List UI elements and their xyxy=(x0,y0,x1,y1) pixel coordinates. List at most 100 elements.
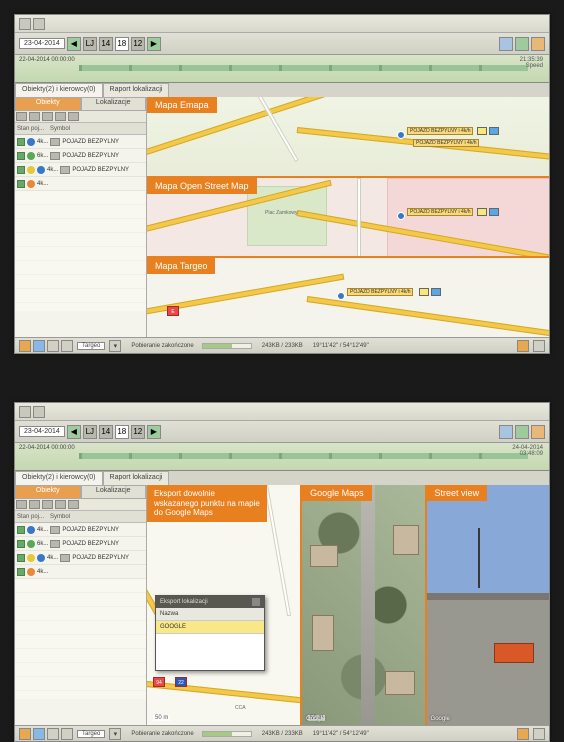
map-panel-targeo[interactable]: E POJAZD BEZPYLNY i 4k/h Mapa Targeo xyxy=(147,258,549,337)
sidebar-tool-icon[interactable] xyxy=(16,500,27,509)
checkbox-icon[interactable] xyxy=(17,554,25,562)
calendar-prev-icon[interactable]: ◀ xyxy=(67,425,81,439)
vehicle-row[interactable]: 4k... POJAZD BEZPYLNY xyxy=(15,551,146,565)
checkbox-icon[interactable] xyxy=(17,526,25,534)
sidebar-tab-obiekty[interactable]: Obiekty xyxy=(15,97,81,111)
window-titlebar[interactable] xyxy=(15,15,549,33)
sidebar-tool-icon[interactable] xyxy=(42,112,53,121)
status-icon[interactable] xyxy=(19,340,31,352)
vehicle-name: POJAZD BEZPYLNY xyxy=(62,541,119,547)
sidebar-empty-rows xyxy=(15,579,146,699)
btn-12[interactable]: 12 xyxy=(131,37,145,51)
toolbar-icon[interactable] xyxy=(531,425,545,439)
sidebar-tool-icon[interactable] xyxy=(42,500,53,509)
app-window-maps-stack: 23-04-2014 ◀ LJ 14 18 12 ▶ 22-04-2014 00… xyxy=(14,14,550,354)
calendar-next-icon[interactable]: ▶ xyxy=(147,425,161,439)
status-icon[interactable] xyxy=(47,728,59,740)
sidebar-tab-obiekty[interactable]: Obiekty xyxy=(15,485,81,499)
vehicle-row[interactable]: 4k... POJAZD BEZPYLNY xyxy=(15,523,146,537)
titlebar-btn[interactable] xyxy=(19,406,31,418)
checkbox-icon[interactable] xyxy=(17,540,25,548)
speed-cell: 6k... xyxy=(37,541,48,547)
timeline-bar[interactable]: 22-04-2014 00:00:00 21:35:39 Speed xyxy=(15,55,549,83)
vehicle-row[interactable]: 6k... POJAZD BEZPYLNY xyxy=(15,537,146,551)
speed-cell: 4k... xyxy=(37,139,48,145)
sidebar-tool-icon[interactable] xyxy=(29,500,40,509)
toolbar-icon[interactable] xyxy=(515,37,529,51)
toolbar-icon[interactable] xyxy=(531,37,545,51)
status-icon[interactable] xyxy=(47,340,59,352)
titlebar-btn[interactable] xyxy=(19,18,31,30)
tab-objects[interactable]: Obiekty(2) i kierowcy(0) xyxy=(15,471,103,485)
timeline-speed-label: Speed xyxy=(520,63,543,69)
sidebar-tab-lokalizacje[interactable]: Lokalizacje xyxy=(81,485,147,499)
checkbox-icon[interactable] xyxy=(17,180,25,188)
toolbar-icon[interactable] xyxy=(499,37,513,51)
sidebar-tool-icon[interactable] xyxy=(16,112,27,121)
tab-report[interactable]: Raport lokalizacji xyxy=(103,83,170,97)
map-panel-export[interactable]: Eksport dowolnie wskazanego punktu na ma… xyxy=(147,485,302,725)
checkbox-icon[interactable] xyxy=(17,568,25,576)
checkbox-icon[interactable] xyxy=(17,138,25,146)
calendar-prev-icon[interactable]: ◀ xyxy=(67,37,81,51)
sidebar-tool-icon[interactable] xyxy=(68,500,79,509)
export-option-google[interactable]: GOOGLE xyxy=(156,621,264,634)
status-icon[interactable] xyxy=(61,340,73,352)
status-icon[interactable] xyxy=(533,340,545,352)
date-field[interactable]: 23-04-2014 xyxy=(19,38,65,49)
status-icon[interactable] xyxy=(33,728,45,740)
timeline-bar[interactable]: 22-04-2014 00:00:00 24-04-2014 03:48:09 xyxy=(15,443,549,471)
vehicle-row[interactable]: 4k... POJAZD BEZPYLNY xyxy=(15,135,146,149)
dropdown-icon[interactable]: ▾ xyxy=(109,340,121,352)
dropdown-icon[interactable]: ▾ xyxy=(109,728,121,740)
map-panel-emapa[interactable]: POJAZD BEZPYLNY i 4k/h POJAZD BEZPYLNY i… xyxy=(147,97,549,178)
vehicle-row[interactable]: 6k... POJAZD BEZPYLNY xyxy=(15,149,146,163)
status-icon[interactable] xyxy=(61,728,73,740)
checkbox-icon[interactable] xyxy=(17,152,25,160)
sidebar-tool-icon[interactable] xyxy=(55,500,66,509)
titlebar-btn[interactable] xyxy=(33,18,45,30)
sidebar-tab-lokalizacje[interactable]: Lokalizacje xyxy=(81,97,147,111)
tab-report[interactable]: Raport lokalizacji xyxy=(103,471,170,485)
btn-18[interactable]: 18 xyxy=(115,425,129,439)
sidebar-tool-icon[interactable] xyxy=(68,112,79,121)
sidebar-tool-icon[interactable] xyxy=(55,112,66,121)
map-panel-google-maps[interactable]: Google Maps 50 m Google xyxy=(302,485,426,725)
status-icon[interactable] xyxy=(517,728,529,740)
speed-cell: 4k... xyxy=(37,181,48,187)
status-icon[interactable] xyxy=(19,728,31,740)
vehicle-name: POJAZD BEZPYLNY xyxy=(62,153,119,159)
toolbar-icon[interactable] xyxy=(499,425,513,439)
vehicle-row[interactable]: 4k... POJAZD BEZPYLNY xyxy=(15,163,146,177)
vehicle-marker-icon[interactable] xyxy=(397,212,405,220)
tab-objects[interactable]: Obiekty(2) i kierowcy(0) xyxy=(15,83,103,97)
close-icon[interactable] xyxy=(252,598,260,606)
vehicle-marker-icon[interactable] xyxy=(337,292,345,300)
map-provider-select[interactable]: Targeo xyxy=(77,342,105,350)
btn-14[interactable]: 14 xyxy=(99,425,113,439)
toolbar-icon[interactable] xyxy=(515,425,529,439)
btn-18[interactable]: 18 xyxy=(115,37,129,51)
vehicle-row[interactable]: 4k... xyxy=(15,565,146,579)
vehicle-marker-icon[interactable] xyxy=(397,131,405,139)
status-icon[interactable] xyxy=(517,340,529,352)
vehicle-icon xyxy=(50,138,60,146)
speed-cell: 4k... xyxy=(37,527,48,533)
export-dialog[interactable]: Eksport lokalizacji Nazwa GOOGLE xyxy=(155,595,265,671)
map-panel-osm[interactable]: Plac Zamkowy POJAZD BEZPYLNY i 4k/h Mapa… xyxy=(147,178,549,259)
btn-lj[interactable]: LJ xyxy=(83,425,97,439)
map-provider-select[interactable]: Targeo xyxy=(77,730,105,738)
date-field[interactable]: 23-04-2014 xyxy=(19,426,65,437)
btn-14[interactable]: 14 xyxy=(99,37,113,51)
btn-12[interactable]: 12 xyxy=(131,425,145,439)
btn-lj[interactable]: LJ xyxy=(83,37,97,51)
checkbox-icon[interactable] xyxy=(17,166,25,174)
titlebar-btn[interactable] xyxy=(33,406,45,418)
status-icon[interactable] xyxy=(533,728,545,740)
calendar-next-icon[interactable]: ▶ xyxy=(147,37,161,51)
vehicle-row[interactable]: 4k... xyxy=(15,177,146,191)
status-icon[interactable] xyxy=(33,340,45,352)
window-titlebar[interactable] xyxy=(15,403,549,421)
sidebar-tool-icon[interactable] xyxy=(29,112,40,121)
map-panel-street-view[interactable]: Street view Google xyxy=(427,485,549,725)
